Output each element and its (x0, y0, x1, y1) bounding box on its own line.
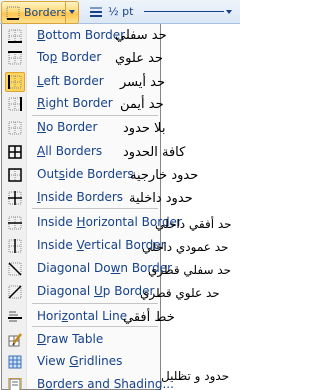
bottom-border-icon (8, 29, 22, 43)
borders-button[interactable]: Borders (1, 1, 79, 24)
menu-item-label: Inside Borders (37, 190, 124, 204)
annotation-diagonal-down-border: حد سفلي قطري (148, 263, 232, 277)
menu-item-label: All Borders (37, 144, 103, 158)
menu-item-label: Horizontal Line (37, 309, 128, 323)
menu-separator (32, 326, 158, 327)
annotation-left-border: حد أيسر (120, 75, 165, 90)
no-border-icon (8, 121, 22, 135)
menu-item-inside-vertical-border[interactable]: Inside Vertical Border (2, 234, 166, 258)
menu-item-label: Draw Table (37, 332, 104, 346)
horizontal-line-icon (8, 311, 22, 322)
inside-vertical-border-icon (8, 239, 22, 253)
left-border-icon (8, 75, 22, 89)
menu-item-inside-horizontal-border[interactable]: Inside Horizontal Border (2, 211, 182, 235)
borders-and-shading-icon (8, 378, 22, 390)
right-border-icon (8, 97, 22, 111)
diagonal-up-border-icon (8, 285, 22, 299)
chevron-down-icon (226, 10, 232, 14)
menu-separator (32, 208, 158, 209)
all-borders-icon (8, 145, 22, 159)
annotation-bottom-border: حد سفلي (115, 28, 167, 43)
line-weight-icon (90, 7, 102, 17)
chevron-down-icon (69, 10, 75, 14)
annotation-inside-borders: حدود داخلية (129, 191, 193, 206)
menu-item-label: Diagonal Up Border (37, 284, 155, 298)
annotation-top-border: حد علوي (115, 51, 163, 66)
view-gridlines-icon (8, 355, 22, 369)
annotation-inside-horizontal-border: حد أفقي داخلي (155, 217, 232, 231)
annotation-all-borders: كافة الحدود (123, 145, 186, 160)
borders-dropdown-toggle[interactable] (65, 2, 78, 23)
line-weight-value: ½ pt (108, 5, 134, 18)
menu-item-label: Right Border (37, 96, 113, 110)
menu-item-label: Left Border (37, 74, 104, 88)
inside-horizontal-border-icon (8, 216, 22, 230)
annotation-inside-vertical-border: حد عمودي داخلي (142, 240, 229, 254)
borders-menu: Bottom Border حد سفلي Top Border حد علوي… (1, 24, 232, 390)
menu-item-draw-table[interactable]: Draw Table (2, 328, 160, 352)
ribbon-strip: Borders ½ pt (0, 0, 240, 24)
menu-item-borders-and-shading[interactable]: Borders and Shading... (2, 373, 174, 390)
annotation-diagonal-up-border: حد علوي قطري (140, 286, 220, 300)
menu-item-label: Outside Borders (37, 167, 134, 181)
inside-borders-icon (8, 191, 22, 205)
outside-borders-icon (8, 168, 22, 182)
menu-item-label: View Gridlines (37, 354, 123, 368)
draw-table-icon (8, 333, 22, 347)
menu-item-label: No Border (37, 120, 98, 134)
menu-item-label: Bottom Border (37, 28, 126, 42)
diagonal-down-border-icon (8, 262, 22, 276)
menu-item-diagonal-up-border[interactable]: Diagonal Up Border (2, 280, 160, 304)
menu-item-label: Top Border (37, 50, 102, 64)
annotation-borders-and-shading: حدود و تظليل (161, 369, 230, 383)
menu-item-view-gridlines[interactable]: View Gridlines (2, 350, 160, 374)
annotation-horizontal-line: خط أفقي (123, 310, 175, 325)
annotation-outside-borders: حدود خارجية (130, 168, 199, 183)
line-style-preview (144, 11, 224, 12)
borders-icon (6, 6, 20, 20)
menu-item-label: Borders and Shading... (37, 377, 174, 390)
menu-item-diagonal-down-border[interactable]: Diagonal Down Border (2, 257, 172, 281)
annotation-no-border: بلا حدود (123, 121, 166, 136)
menu-separator (32, 303, 158, 304)
annotation-right-border: حد أيمن (120, 97, 164, 112)
top-border-icon (8, 51, 22, 65)
borders-button-label: Borders (24, 6, 67, 19)
selected-indicator (5, 72, 25, 92)
line-weight-select[interactable]: ½ pt (104, 2, 240, 22)
